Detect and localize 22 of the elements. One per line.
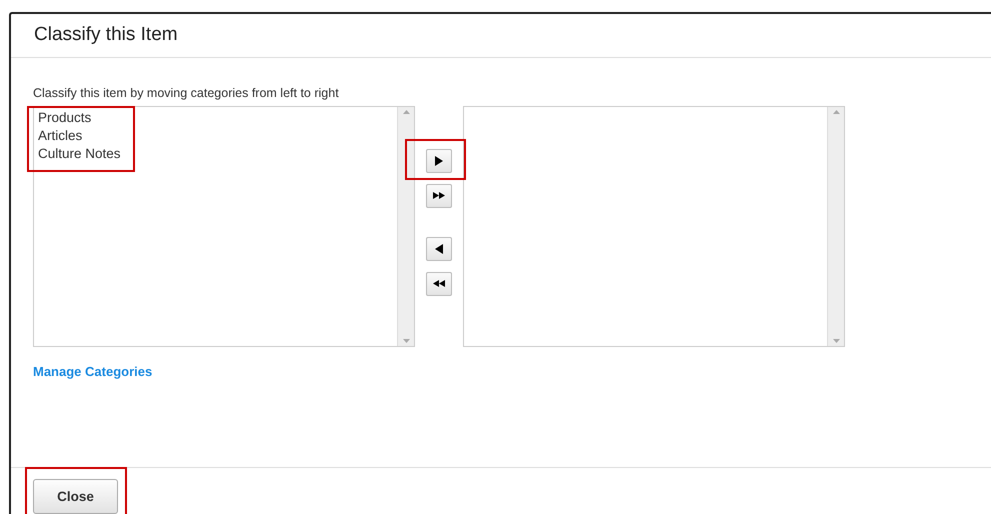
list-item[interactable]: Products	[38, 108, 121, 127]
move-button[interactable]	[426, 236, 452, 261]
list-box[interactable]	[463, 106, 845, 347]
right-triangle-icon	[434, 156, 444, 166]
close-button[interactable]: Close	[33, 479, 118, 514]
left-triangle-icon	[434, 244, 444, 254]
dialog-title: Classify this Item	[34, 24, 178, 46]
double-left-triangle-icon	[433, 279, 445, 288]
scroll-up-icon[interactable]	[402, 110, 410, 114]
list-item[interactable]: Culture Notes	[38, 144, 121, 163]
double-right-triangle-icon	[433, 191, 445, 200]
scroll-down-icon[interactable]	[832, 338, 840, 343]
manage-categories-link[interactable]: Manage Categories	[33, 364, 152, 379]
move-button[interactable]	[426, 272, 452, 296]
scroll-up-icon[interactable]	[832, 110, 840, 114]
move-button[interactable]	[426, 184, 452, 208]
move-button[interactable]	[426, 148, 452, 173]
list-item[interactable]: Articles	[38, 126, 121, 145]
scrollbar[interactable]	[397, 106, 414, 346]
scrollbar[interactable]	[827, 106, 844, 346]
instruction-text: Classify this item by moving categories from left to right	[33, 86, 339, 100]
scroll-down-icon[interactable]	[402, 338, 410, 343]
